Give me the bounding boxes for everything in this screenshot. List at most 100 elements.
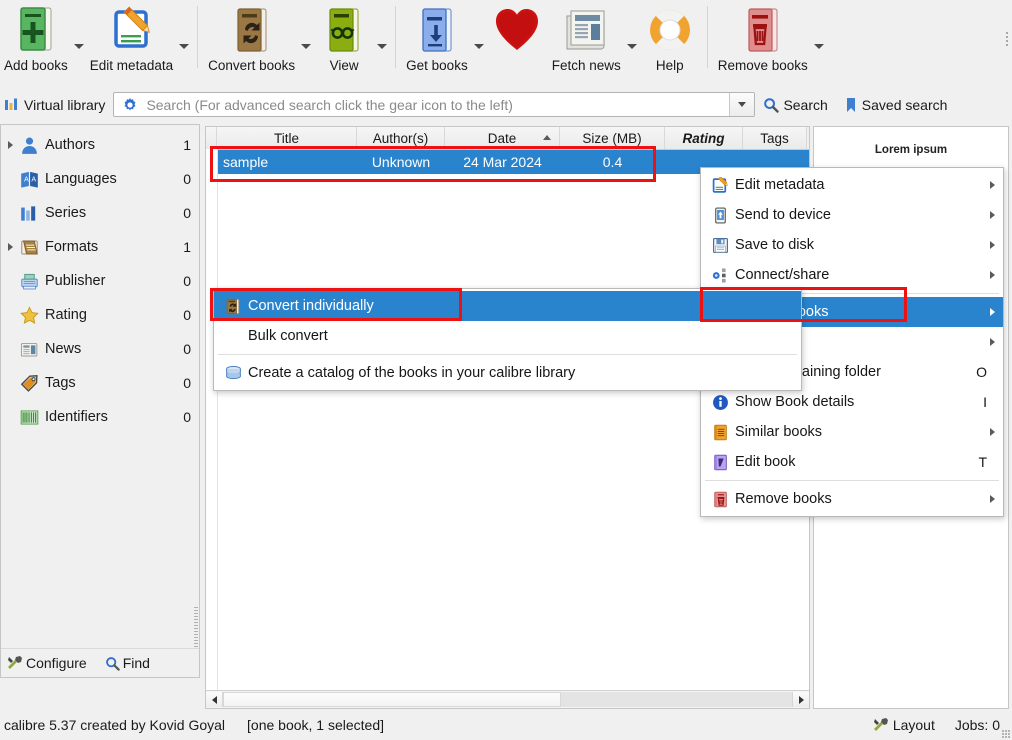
edit-metadata-icon <box>707 176 733 194</box>
menu-item-edit-book[interactable]: Edit book T <box>701 447 1003 477</box>
menu-item-convert-individually[interactable]: Convert individually <box>214 291 801 321</box>
toolbar-donate[interactable] <box>486 0 548 84</box>
expand-arrow-icon[interactable] <box>3 141 17 149</box>
menu-item-show-book-details[interactable]: Show Book details I <box>701 387 1003 417</box>
add-books-dropdown-arrow[interactable] <box>72 0 86 86</box>
toolbar-help-label: Help <box>655 58 684 73</box>
layout-button[interactable]: Layout <box>873 717 935 733</box>
toolbar-help[interactable]: Help <box>639 0 701 84</box>
saved-search-button[interactable]: Saved search <box>836 91 956 119</box>
configure-icon <box>7 655 23 671</box>
toolbar-separator-1 <box>197 6 199 68</box>
edit-metadata-dropdown-arrow[interactable] <box>177 0 191 86</box>
scroll-track-remainder[interactable] <box>561 692 792 707</box>
convert-books-icon <box>225 4 279 56</box>
menu-separator <box>218 354 797 355</box>
toolbar-convert-books[interactable]: Convert books <box>204 0 299 84</box>
sidebar-item-languages[interactable]: A A Languages 0 <box>1 162 199 196</box>
sidebar-item-authors[interactable]: Authors 1 <box>1 128 199 162</box>
toolbar-remove-books-label: Remove books <box>717 58 808 73</box>
tags-icon <box>17 374 41 393</box>
search-history-dropdown[interactable] <box>729 93 755 116</box>
submenu-arrow-icon <box>990 338 995 346</box>
column-header-size-mb[interactable]: Size (MB) <box>560 127 665 149</box>
remove-books-dropdown-arrow[interactable] <box>812 0 826 86</box>
toolbar-group-convert: Convert books View <box>204 0 389 84</box>
sidebar-item-label: Identifiers <box>45 409 108 425</box>
get-books-dropdown-arrow[interactable] <box>472 0 486 86</box>
toolbar-get-books[interactable]: Get books <box>402 0 472 84</box>
column-header-rating[interactable]: Rating <box>665 127 743 149</box>
toolbar-add-books[interactable]: Add books <box>0 0 72 84</box>
sidebar-item-news[interactable]: News 0 <box>1 332 199 366</box>
submenu-arrow-icon <box>990 241 995 249</box>
connect-share-icon <box>707 267 733 284</box>
svg-text:A: A <box>31 175 36 183</box>
convert-books-submenu: Convert individually Bulk convert Create a… <box>213 288 802 391</box>
menu-item-similar-books[interactable]: Similar books <box>701 417 1003 447</box>
toolbar-overflow-grip[interactable] <box>1002 0 1012 80</box>
sidebar-item-label: Languages <box>45 171 117 187</box>
gear-icon[interactable] <box>114 97 144 113</box>
submenu-arrow-icon <box>990 428 995 436</box>
virtual-library-button[interactable]: Virtual library <box>0 91 113 119</box>
toolbar-fetch-news[interactable]: Fetch news <box>548 0 625 84</box>
fetch-news-dropdown-arrow[interactable] <box>625 0 639 86</box>
jobs-indicator[interactable]: Jobs: 0 <box>955 717 1000 733</box>
scroll-left-arrow[interactable] <box>206 692 223 707</box>
book-list-horizontal-scrollbar[interactable] <box>206 690 809 708</box>
layout-icon <box>873 717 889 733</box>
scroll-track[interactable] <box>223 692 792 707</box>
column-header-label: Tags <box>760 130 789 146</box>
book-details-icon <box>707 394 733 411</box>
toolbar-view[interactable]: View <box>313 0 375 84</box>
column-header-title[interactable]: Title <box>217 127 357 149</box>
scroll-thumb[interactable] <box>223 692 561 707</box>
column-header-date[interactable]: Date <box>445 127 560 149</box>
menu-item-save-to-disk[interactable]: Save to disk <box>701 230 1003 260</box>
column-header-label: Size (MB) <box>582 130 642 146</box>
toolbar-add-books-label: Add books <box>4 58 68 73</box>
bookmark-icon <box>844 97 858 113</box>
find-label: Find <box>122 655 150 671</box>
menu-item-label: Edit metadata <box>735 177 825 193</box>
sidebar-item-tags[interactable]: Tags 0 <box>1 366 199 400</box>
view-dropdown-arrow[interactable] <box>375 0 389 86</box>
toolbar-edit-metadata[interactable]: Edit metadata <box>86 0 177 84</box>
menu-item-label: Connect/share <box>735 267 830 283</box>
virtual-library-icon <box>4 97 19 112</box>
scroll-right-arrow[interactable] <box>792 692 809 707</box>
sidebar-item-count: 1 <box>183 137 191 153</box>
sidebar-item-publisher[interactable]: Publisher 0 <box>1 264 199 298</box>
menu-item-label: Bulk convert <box>248 328 328 344</box>
sidebar-item-identifiers[interactable]: Identifiers 0 <box>1 400 199 434</box>
convert-books-dropdown-arrow[interactable] <box>299 0 313 86</box>
sidebar-scroll-grip[interactable] <box>194 607 198 647</box>
resize-grip[interactable] <box>1002 730 1010 738</box>
search-box[interactable] <box>113 92 756 117</box>
expand-arrow-icon[interactable] <box>3 243 17 251</box>
menu-item-create-a-catalog-of-the-books-in-your-calibre-library[interactable]: Create a catalog of the books in your ca… <box>214 358 801 388</box>
remove-books-icon <box>707 491 733 508</box>
cover-title: Lorem ipsum <box>874 144 948 156</box>
sidebar-item-series[interactable]: Series 0 <box>1 196 199 230</box>
cell-date: 24 Mar 2024 <box>463 154 542 170</box>
menu-item-send-to-device[interactable]: Send to device <box>701 200 1003 230</box>
menu-item-bulk-convert[interactable]: Bulk convert <box>214 321 801 351</box>
menu-item-remove-books[interactable]: Remove books <box>701 484 1003 514</box>
toolbar-remove-books[interactable]: Remove books <box>714 0 812 84</box>
find-button[interactable]: Find <box>105 655 150 671</box>
column-header-label: Rating <box>682 130 725 146</box>
tag-browser-list: Authors 1 A A Languages 0 Series 0 Formats 1 Publi… <box>1 125 199 434</box>
search-input[interactable] <box>144 92 730 117</box>
configure-button[interactable]: Configure <box>7 655 87 671</box>
submenu-arrow-icon <box>990 271 995 279</box>
sidebar-item-rating[interactable]: Rating 0 <box>1 298 199 332</box>
menu-item-edit-metadata[interactable]: Edit metadata <box>701 170 1003 200</box>
column-header-author-s[interactable]: Author(s) <box>357 127 445 149</box>
menu-item-connect-share[interactable]: Connect/share <box>701 260 1003 290</box>
sidebar-item-formats[interactable]: Formats 1 <box>1 230 199 264</box>
rating-star-icon <box>17 305 41 325</box>
search-button[interactable]: Search <box>755 91 835 119</box>
column-header-tags[interactable]: Tags <box>743 127 807 149</box>
